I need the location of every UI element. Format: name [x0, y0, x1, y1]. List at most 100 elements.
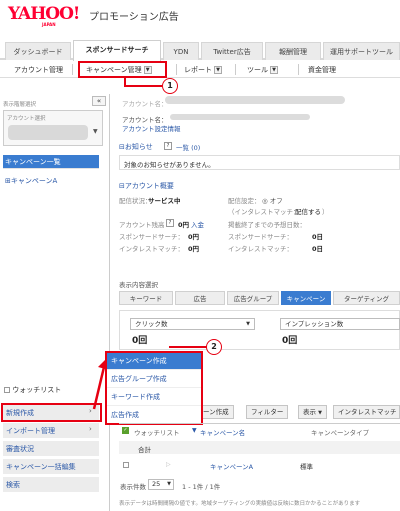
select-all-checkbox[interactable]: ✓ — [122, 427, 129, 434]
subnav-divider — [298, 64, 299, 75]
menu-item-create-ad-group[interactable]: 広告グループ作成 — [107, 371, 201, 388]
menu-item-create-campaign[interactable]: キャンペーン作成 — [107, 353, 201, 370]
help-icon[interactable]: ? — [166, 219, 174, 227]
display-level-label: 表示階層選択 — [3, 102, 37, 108]
callout-connector-1 — [124, 85, 162, 87]
delivery-setting-value: ◎ オフ — [262, 197, 283, 205]
account-select-value — [8, 125, 88, 140]
table-header-campaign-name[interactable]: キャンペーン名 — [200, 427, 245, 437]
product-title: プロモーション広告 — [89, 12, 179, 23]
subnav-divider — [176, 64, 177, 75]
interest-balance-value: 0円 — [188, 245, 200, 253]
subnav-tools[interactable]: ツール ▼ — [247, 65, 278, 75]
sidebar-item-search[interactable]: 検索 — [3, 477, 99, 493]
interest-match-label: （インタレストマッチ： — [228, 208, 300, 216]
account-id-value — [170, 114, 310, 120]
display-button[interactable]: 表示 ▼ — [298, 405, 327, 419]
chevron-down-icon[interactable]: ▼ — [214, 66, 222, 74]
new-create-menu: キャンペーン作成 広告グループ作成 キーワード作成 広告作成 — [105, 351, 203, 425]
callout-box-new-create — [1, 403, 102, 422]
subnav-divider — [72, 64, 73, 75]
tab-sponsored-search[interactable]: スポンサードサーチ — [73, 40, 161, 62]
callout-connector-2 — [169, 346, 207, 348]
menu-item-create-keyword[interactable]: キーワード作成 — [107, 389, 201, 406]
account-settings-link[interactable]: アカウント設定情報 — [122, 123, 181, 133]
sidebar-watchlist[interactable]: ウォッチリスト — [4, 385, 61, 395]
chevron-down-icon: ▼ — [167, 481, 171, 487]
notices-box: 対象のお知らせがありません。 — [119, 155, 400, 170]
chevron-down-icon[interactable]: ▼ — [270, 66, 278, 74]
tab-reward[interactable]: 報酬管理 — [265, 42, 321, 60]
impressions-select[interactable]: インプレッション数 — [280, 318, 400, 330]
tab-campaign[interactable]: キャンペーン — [281, 291, 331, 305]
page-size-select[interactable]: 25 ▼ — [148, 479, 174, 490]
table-footnote: 表示データは時間間隔の値です。地域ターゲティングの実績値は反映に数日かかることが… — [119, 501, 361, 507]
callout-number-2: 2 — [206, 339, 222, 355]
sidebar-item-campaign-list[interactable]: キャンペーン一覧 — [3, 155, 99, 169]
collapse-sidebar-button[interactable]: « — [92, 96, 106, 106]
content-select-label: 表示内容選択 — [119, 281, 158, 289]
page-size-label: 表示件数 — [120, 483, 146, 491]
tab-keyword[interactable]: キーワード — [119, 291, 173, 305]
clicks-select[interactable]: クリック数 ▼ — [130, 318, 255, 330]
main-tabs: ダッシュボード スポンサードサーチ YDN Twitter広告 報酬管理 運用サ… — [0, 40, 400, 62]
interest-match-button[interactable]: インタレストマッチ — [333, 405, 400, 419]
deposit-link[interactable]: 入金 — [191, 219, 204, 229]
tab-ydn[interactable]: YDN — [163, 42, 199, 60]
forecast-interest-label: インタレストマッチ： — [228, 245, 293, 253]
interest-match-link[interactable]: 配信する — [295, 206, 321, 216]
notices-title: ⊟お知らせ — [119, 143, 153, 151]
forecast-interest-value: 0日 — [312, 245, 324, 253]
account-name-label: アカウント名： — [122, 100, 168, 108]
impressions-select-value: インプレッション数 — [285, 320, 344, 328]
watchlist-checkbox[interactable] — [4, 387, 10, 393]
sponsored-balance-label: スポンサードサーチ： — [119, 233, 184, 241]
overview-title: ⊟アカウント概要 — [119, 182, 174, 190]
sort-icon[interactable]: ▼ — [192, 427, 197, 434]
interest-match-tail: ） — [322, 208, 329, 216]
chevron-down-icon: ▼ — [318, 410, 322, 416]
chevron-right-icon: › — [89, 425, 92, 433]
sidebar-item-import[interactable]: インポート管理 — [3, 423, 99, 439]
account-select-label: アカウント選択 — [7, 116, 46, 122]
account-name-value — [165, 96, 345, 104]
tab-targeting[interactable]: ターゲティング — [333, 291, 400, 305]
tab-ads[interactable]: 広告 — [175, 291, 225, 305]
watchlist-label: ウォッチリスト — [12, 386, 62, 394]
subnav-report-label: レポート — [184, 66, 212, 74]
filter-button[interactable]: フィルター — [246, 405, 289, 419]
tab-twitter[interactable]: Twitter広告 — [201, 42, 263, 60]
sidebar-item-campaign-a[interactable]: ⊞キャンペーンA — [3, 174, 99, 188]
interest-balance-label: インタレストマッチ： — [119, 245, 184, 253]
tab-support-tools[interactable]: 運用サポートツール — [323, 42, 400, 60]
impressions-value: 0回 — [282, 336, 298, 346]
campaign-a-type: 標準 — [300, 463, 313, 471]
page-info: 1 - 1件 / 1件 — [182, 483, 221, 491]
tab-dashboard[interactable]: ダッシュボード — [5, 42, 71, 60]
create-campaign-button[interactable]: ーン作成 — [198, 405, 234, 419]
menu-item-create-ad[interactable]: 広告作成 — [107, 407, 201, 424]
campaign-a-link[interactable]: キャンペーンA — [210, 461, 253, 471]
subnav-account[interactable]: アカウント管理 — [14, 65, 63, 75]
table-total-row — [119, 441, 400, 454]
table-header-watchlist[interactable]: ウォッチリスト — [134, 427, 180, 437]
help-icon[interactable]: ? — [164, 142, 172, 150]
account-select[interactable]: アカウント選択 ▼ — [3, 110, 103, 146]
logo-sub: JAPAN — [42, 22, 56, 27]
table-header-campaign-type[interactable]: キャンペーンタイプ — [311, 427, 369, 437]
left-sidebar: « 表示階層選択 アカウント選択 ▼ キャンペーン一覧 ⊞キャンペーンA ウォッ… — [0, 94, 110, 511]
balance-value: 0円 — [178, 221, 190, 229]
sidebar-item-review[interactable]: 審査状況 — [3, 441, 99, 457]
notices-list-link[interactable]: 一覧 (0) — [176, 142, 200, 152]
sub-navigation: アカウント管理 キャンペーン管理 ▼ レポート ▼ ツール ▼ 資金管理 — [0, 61, 400, 78]
forecast-sponsored-value: 0日 — [312, 233, 324, 241]
status-value: サービス中 — [148, 197, 181, 205]
watchlist-flag-icon[interactable]: ▷ — [166, 461, 171, 468]
subnav-funds[interactable]: 資金管理 — [308, 65, 336, 75]
tab-ad-groups[interactable]: 広告グループ — [227, 291, 279, 305]
subnav-report[interactable]: レポート ▼ — [184, 65, 222, 75]
row-checkbox[interactable] — [123, 462, 129, 468]
forecast-label: 掲載終了までの予想日数： — [228, 221, 306, 229]
sidebar-item-bulk-edit[interactable]: キャンペーン一括編集 — [3, 459, 99, 475]
forecast-sponsored-label: スポンサードサーチ： — [228, 233, 293, 241]
